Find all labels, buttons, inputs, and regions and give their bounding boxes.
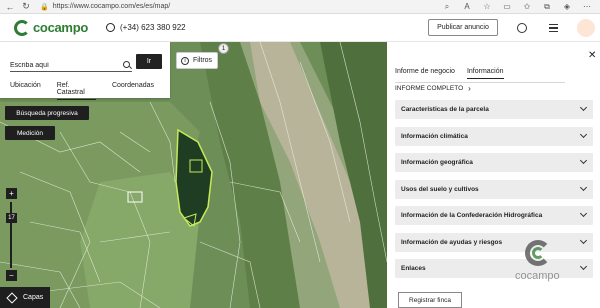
measure-button[interactable]: Medición: [5, 126, 55, 140]
search-panel: Ir Ubicación Ref. Catastral Coordenadas: [0, 42, 170, 100]
layers-label: Capas: [23, 294, 44, 301]
full-report-link[interactable]: INFORME COMPLETO ›: [395, 84, 471, 93]
favorites-icon[interactable]: ✩: [522, 2, 532, 11]
cocampo-watermark: cocampo: [515, 240, 565, 286]
zoom-in-button[interactable]: +: [6, 188, 17, 199]
section-title: Características de la parcela: [401, 106, 489, 113]
tabs-divider: [395, 82, 565, 83]
filters-label: Filtros: [193, 57, 213, 64]
section-hydrographic[interactable]: Información de la Confederación Hidrográ…: [395, 206, 593, 225]
search-tabs: Ubicación Ref. Catastral Coordenadas: [10, 82, 170, 100]
filters-count-badge: 1: [218, 43, 229, 54]
zoom-out-button[interactable]: −: [6, 270, 17, 281]
phone-number: (+34) 623 380 922: [119, 23, 186, 32]
watermark-text: cocampo: [515, 270, 560, 282]
search-icon[interactable]: [123, 61, 130, 68]
publish-listing-button[interactable]: Publicar anuncio: [428, 19, 498, 36]
back-arrow-icon[interactable]: ←: [4, 1, 16, 13]
full-report-label: INFORME COMPLETO: [395, 85, 464, 92]
tab-ubicacion[interactable]: Ubicación: [10, 82, 41, 100]
section-title: Usos del suelo y cultivos: [401, 186, 479, 193]
panel-tabs: Informe de negocio Información: [395, 68, 516, 79]
section-title: Información climática: [401, 133, 468, 140]
avatar[interactable]: [577, 19, 595, 37]
section-plot-characteristics[interactable]: Características de la parcela: [395, 100, 593, 119]
chevron-down-icon: [579, 236, 588, 245]
zoom-level: 17: [6, 213, 17, 223]
section-land-use[interactable]: Usos del suelo y cultivos: [395, 180, 593, 199]
url-text: https://www.cocampo.com/es/es/map/: [52, 3, 171, 10]
section-title: Enlaces: [401, 265, 426, 272]
whatsapp-icon: [105, 23, 115, 32]
section-title: Información de la Confederación Hidrográ…: [401, 212, 543, 219]
address-bar[interactable]: 🔒 https://www.cocampo.com/es/es/map/: [40, 2, 370, 12]
zoom-icon[interactable]: ⌕: [442, 2, 452, 12]
chevron-down-icon: [579, 156, 588, 165]
layers-icon: [6, 291, 18, 304]
section-title: Información de ayudas y riesgos: [401, 239, 503, 246]
logo-text: cocampo: [33, 20, 88, 35]
extensions-icon[interactable]: ◈: [562, 2, 572, 11]
progressive-search-button[interactable]: Búsqueda progresiva: [5, 106, 89, 120]
section-climate[interactable]: Información climática: [395, 127, 593, 146]
chevron-down-icon: [579, 130, 588, 139]
layers-button[interactable]: Capas: [0, 287, 50, 308]
chevron-down-icon: [579, 209, 588, 218]
info-panel: ✕ Informe de negocio Información INFORME…: [387, 42, 600, 308]
register-farm-button[interactable]: Registrar finca: [398, 292, 462, 308]
tab-ref-catastral[interactable]: Ref. Catastral: [56, 82, 96, 100]
more-icon[interactable]: ⋯: [582, 2, 592, 11]
go-button[interactable]: Ir: [136, 54, 162, 69]
read-aloud-icon[interactable]: A: [462, 2, 472, 11]
chevron-down-icon: [579, 183, 588, 192]
info-icon: i: [181, 56, 189, 65]
hamburger-menu-icon[interactable]: [549, 24, 558, 32]
split-screen-icon[interactable]: ▭: [502, 2, 512, 11]
search-input[interactable]: [10, 60, 132, 72]
tab-information[interactable]: Información: [466, 68, 504, 79]
close-icon[interactable]: ✕: [588, 50, 596, 61]
logo[interactable]: cocampo: [14, 19, 88, 36]
zoom-slider-track[interactable]: [10, 202, 12, 268]
browser-toolbar: ← ↻ 🔒 https://www.cocampo.com/es/es/map/…: [0, 0, 600, 14]
lock-icon: 🔒: [40, 3, 49, 11]
chevron-down-icon: [579, 262, 588, 271]
refresh-icon[interactable]: ↻: [20, 1, 32, 13]
logo-icon: [14, 19, 30, 36]
tab-coordenadas[interactable]: Coordenadas: [112, 82, 154, 100]
phone-contact[interactable]: (+34) 623 380 922: [105, 23, 186, 32]
globe-icon[interactable]: [517, 23, 527, 33]
section-geography[interactable]: Información geográfica: [395, 153, 593, 172]
filters-button[interactable]: i Filtros: [176, 52, 218, 69]
tab-business-report[interactable]: Informe de negocio: [395, 68, 455, 79]
favorite-star-icon[interactable]: ☆: [482, 2, 492, 11]
app-header: cocampo (+34) 623 380 922 Publicar anunc…: [0, 14, 600, 42]
chevron-right-icon: ›: [468, 84, 471, 93]
section-title: Información geográfica: [401, 159, 473, 166]
chevron-down-icon: [579, 103, 588, 112]
collections-icon[interactable]: ⧉: [542, 2, 552, 12]
